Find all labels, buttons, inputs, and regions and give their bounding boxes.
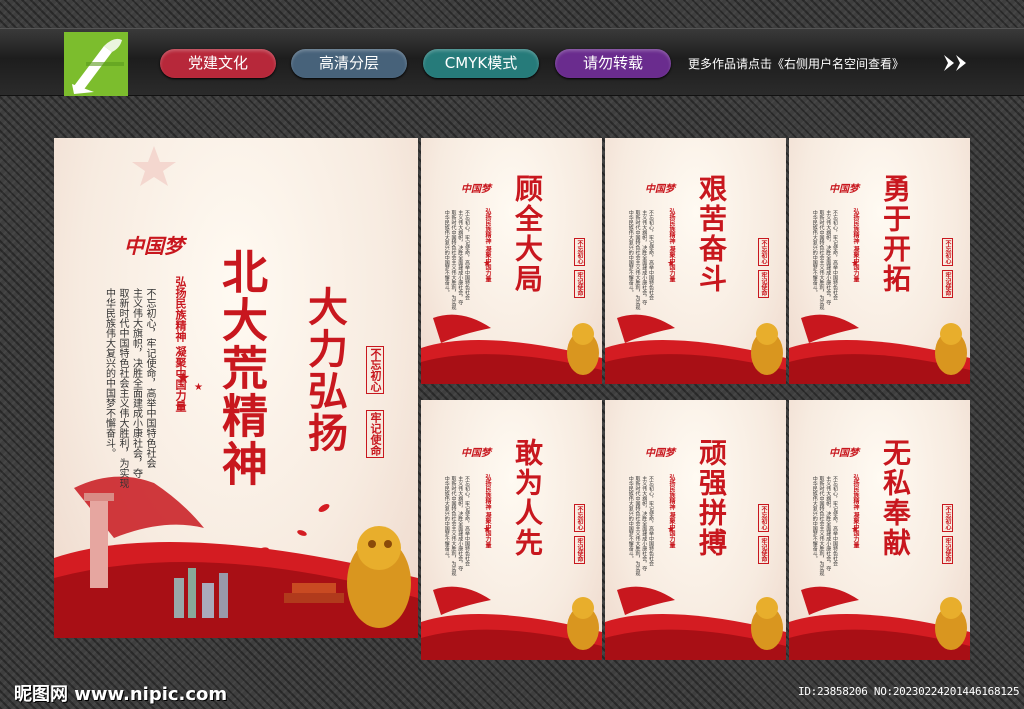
main-poster-subtitle: 大力弘扬 (301, 286, 348, 454)
small-poster-slogan: 弘扬民族精神 凝聚中国力量 (484, 208, 491, 283)
stamp: 不忘初心 (574, 238, 585, 266)
small-poster-slogan: 弘扬民族精神 凝聚中国力量 (852, 474, 859, 549)
small-poster-slogan: 弘扬民族精神 凝聚中国力量 (668, 208, 675, 283)
site-watermark: 昵图网 www.nipic.com (14, 684, 228, 705)
tag-hd-layers[interactable]: 高清分层 (291, 49, 407, 78)
small-poster-title: 勇于开拓 (879, 174, 912, 294)
star-icon: ★ (176, 368, 191, 387)
stamp-1: 不忘初心 (366, 346, 384, 394)
stamp: 不忘初心 (758, 504, 769, 532)
stamp: 不忘初心 (942, 504, 953, 532)
small-poster-body: 不忘初心，牢记使命，高举中国特色社会 主义伟大旗帜，决胜全面建成小康社会，夺 取… (443, 476, 470, 576)
small-poster-slogan: 弘扬民族精神 凝聚中国力量 (484, 474, 491, 549)
stamp: 不忘初心 (574, 504, 585, 532)
stamp: 牢记使命 (942, 270, 953, 298)
star-icon: ★ (667, 259, 676, 269)
image-id-text: ID:23858206 NO:20230224201446168125 (798, 685, 1020, 698)
star-icon: ★ (483, 525, 492, 535)
china-dream-brand: 中国梦 (461, 448, 491, 459)
small-poster-2: 中国梦 艰苦奋斗 不忘初心 牢记使命 弘扬民族精神 凝聚中国力量 不忘初心，牢记… (605, 138, 786, 384)
china-dream-brand: 中国梦 (645, 184, 675, 195)
small-poster-title: 顾全大局 (511, 174, 544, 294)
small-poster-body: 不忘初心，牢记使命，高举中国特色社会 主义伟大旗帜，决胜全面建成小康社会，夺 取… (627, 210, 654, 310)
double-arrow-icon[interactable] (942, 53, 970, 73)
small-poster-body: 不忘初心，牢记使命，高举中国特色社会 主义伟大旗帜，决胜全面建成小康社会，夺 取… (443, 210, 470, 310)
stamp-2: 牢记使命 (366, 410, 384, 458)
small-poster-slogan: 弘扬民族精神 凝聚中国力量 (852, 208, 859, 283)
china-dream-brand: 中国梦 (461, 184, 491, 195)
small-poster-title: 艰苦奋斗 (695, 174, 728, 294)
star-icon: ★ (667, 525, 676, 535)
china-dream-brand: 中国梦 (829, 184, 859, 195)
stamp: 牢记使命 (758, 536, 769, 564)
more-works-link[interactable]: 更多作品请点击《右侧用户名空间查看》 (688, 55, 904, 72)
main-poster-body: 不忘初心，牢记使命，高举中国特色社会 主义伟大旗帜，决胜全面建成小康社会，夺 取… (103, 288, 156, 488)
small-poster-1: 中国梦 顾全大局 不忘初心 牢记使命 弘扬民族精神 凝聚中国力量 不忘初心，牢记… (421, 138, 602, 384)
small-poster-title: 顽强拼搏 (695, 438, 728, 558)
site-logo-icon (64, 32, 128, 96)
stamp: 牢记使命 (942, 536, 953, 564)
small-poster-title: 无私奉献 (879, 438, 912, 558)
small-poster-5: 中国梦 顽强拼搏 不忘初心 牢记使命 弘扬民族精神 凝聚中国力量 不忘初心，牢记… (605, 400, 786, 660)
china-dream-brand: 中国梦 (829, 448, 859, 459)
small-poster-body: 不忘初心，牢记使命，高举中国特色社会 主义伟大旗帜，决胜全面建成小康社会，夺 取… (811, 476, 838, 576)
stamp: 牢记使命 (574, 536, 585, 564)
stamp: 不忘初心 (942, 238, 953, 266)
china-dream-brand: 中国梦 (645, 448, 675, 459)
star-icon: ★ (851, 525, 860, 535)
small-poster-slogan: 弘扬民族精神 凝聚中国力量 (668, 474, 675, 549)
small-poster-body: 不忘初心，牢记使命，高举中国特色社会 主义伟大旗帜，决胜全面建成小康社会，夺 取… (811, 210, 838, 310)
main-poster-slogan: 弘扬民族精神 凝聚中国力量 (174, 276, 187, 412)
small-poster-4: 中国梦 敢为人先 不忘初心 牢记使命 弘扬民族精神 凝聚中国力量 不忘初心，牢记… (421, 400, 602, 660)
small-poster-title: 敢为人先 (511, 438, 544, 558)
tag-party-culture[interactable]: 党建文化 (160, 49, 276, 78)
main-poster-title: 北大荒精神 (215, 248, 269, 488)
star-icon: ★ (194, 382, 203, 393)
tag-cmyk[interactable]: CMYK模式 (423, 49, 539, 78)
stamp: 牢记使命 (574, 270, 585, 298)
small-poster-body: 不忘初心，牢记使命，高举中国特色社会 主义伟大旗帜，决胜全面建成小康社会，夺 取… (627, 476, 654, 576)
small-poster-3: 中国梦 勇于开拓 不忘初心 牢记使命 弘扬民族精神 凝聚中国力量 不忘初心，牢记… (789, 138, 970, 384)
stamp: 牢记使命 (758, 270, 769, 298)
china-dream-brand: 中国梦 (124, 234, 184, 258)
main-poster: 中国梦 北大荒精神 大力弘扬 不忘初心 牢记使命 弘扬民族精神 凝聚中国力量 不… (54, 138, 418, 638)
tag-no-repost[interactable]: 请勿转载 (555, 49, 671, 78)
small-poster-6: 中国梦 无私奉献 不忘初心 牢记使命 弘扬民族精神 凝聚中国力量 不忘初心，牢记… (789, 400, 970, 660)
star-icon: ★ (851, 259, 860, 269)
star-icon: ★ (483, 259, 492, 269)
stamp: 不忘初心 (758, 238, 769, 266)
